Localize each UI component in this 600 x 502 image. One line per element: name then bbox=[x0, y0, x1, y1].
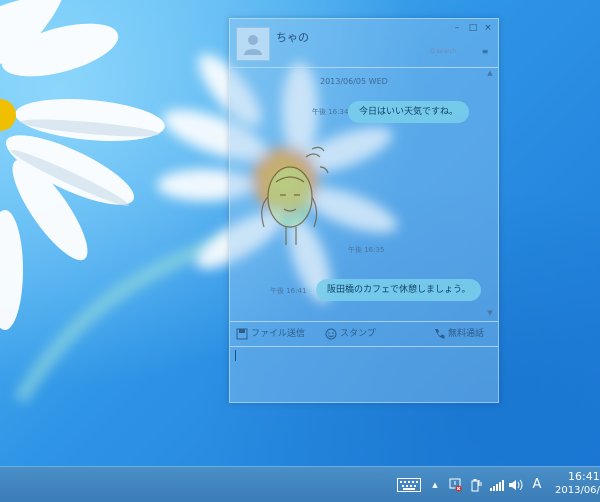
minimize-button[interactable]: – bbox=[452, 23, 462, 33]
file-send-label: ファイル送信 bbox=[251, 329, 306, 339]
chat-toolbar: ファイル送信 スタンプ 無料通話 bbox=[230, 321, 498, 347]
sticker-button[interactable]: スタンプ bbox=[325, 327, 376, 341]
power-icon[interactable] bbox=[469, 476, 483, 494]
scroll-up-icon[interactable]: ▲ bbox=[486, 69, 494, 77]
free-call-button[interactable]: 無料通話 bbox=[433, 327, 484, 341]
avatar[interactable] bbox=[236, 27, 270, 61]
free-call-label: 無料通話 bbox=[448, 329, 485, 339]
sweating-person-sticker-icon[interactable] bbox=[246, 137, 338, 251]
text-caret bbox=[235, 350, 236, 361]
message-time: 午後 16:41 bbox=[270, 287, 307, 295]
menu-button[interactable]: ≡ bbox=[478, 46, 492, 58]
clock-time[interactable]: 16:41 bbox=[568, 470, 600, 483]
search-input[interactable]: Q search bbox=[430, 47, 470, 57]
keyboard-icon[interactable] bbox=[396, 476, 422, 494]
volume-icon[interactable] bbox=[508, 476, 524, 494]
sticker-label: スタンプ bbox=[340, 329, 376, 339]
message-time: 午後 16:34 bbox=[312, 108, 349, 116]
chat-header: ちゃの – □ × Q search ≡ bbox=[230, 19, 498, 67]
close-button[interactable]: × bbox=[483, 23, 493, 33]
header-divider bbox=[230, 67, 498, 68]
date-separator: 2013/06/05 WED bbox=[320, 77, 388, 86]
taskbar: ▲ A 16:41 2013/06/05 bbox=[0, 466, 600, 502]
file-send-button[interactable]: ファイル送信 bbox=[236, 327, 305, 341]
show-hidden-icons-button[interactable]: ▲ bbox=[430, 476, 440, 494]
smiley-icon bbox=[325, 328, 337, 340]
file-icon bbox=[236, 328, 248, 340]
scroll-down-icon[interactable]: ▼ bbox=[486, 309, 494, 317]
default-user-icon bbox=[244, 35, 262, 55]
contact-name: ちゃの bbox=[276, 31, 309, 44]
phone-icon bbox=[433, 328, 445, 340]
message-time: 午後 16:35 bbox=[348, 246, 385, 254]
message-bubble[interactable]: 阪田橋のカフェで休憩しましょう。 bbox=[316, 279, 482, 301]
signal-icon[interactable] bbox=[489, 476, 505, 494]
message-list[interactable]: ▲ 2013/06/05 WED 午後 16:34 今日はいい天気ですね。 午後… bbox=[230, 69, 498, 321]
maximize-button[interactable]: □ bbox=[468, 23, 478, 33]
message-input[interactable] bbox=[230, 346, 498, 402]
message-bubble[interactable]: 今日はいい天気ですね。 bbox=[348, 101, 470, 123]
clock-date[interactable]: 2013/06/05 bbox=[555, 485, 600, 496]
action-center-icon[interactable] bbox=[448, 476, 462, 494]
chat-window[interactable]: ちゃの – □ × Q search ≡ ▲ 2013/06/05 WED 午後… bbox=[229, 18, 499, 403]
ime-mode-indicator[interactable]: A bbox=[529, 476, 545, 494]
